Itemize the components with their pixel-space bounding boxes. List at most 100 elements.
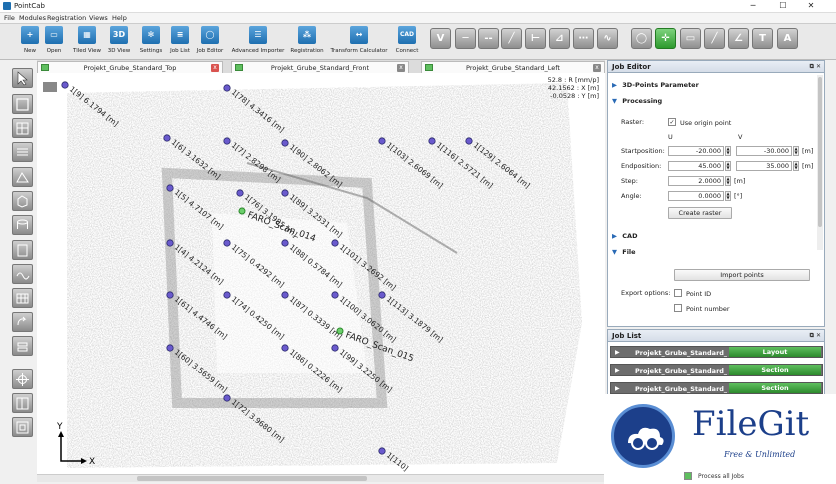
rectangle-tool[interactable]: ▭ (680, 28, 701, 49)
survey-point-marker[interactable] (166, 184, 174, 192)
view-tool-9[interactable] (12, 288, 33, 308)
step-spinner[interactable]: ▲ ▼ (725, 176, 731, 186)
play-icon[interactable]: ▶ (615, 385, 620, 392)
process-all-label[interactable]: Process all Jobs (698, 473, 744, 480)
advanced-importer-button[interactable]: ☰ Advanced Importer (230, 26, 286, 54)
close-window-button[interactable]: ✕ (800, 0, 822, 12)
start-u-input[interactable]: -20.000 (668, 146, 724, 156)
line-tool[interactable]: ─ (455, 28, 476, 49)
view-tool-2[interactable] (12, 118, 33, 138)
menu-file[interactable]: File (4, 14, 15, 22)
minimize-button[interactable]: ─ (742, 0, 764, 12)
section-processing[interactable]: ▼ Processing (612, 97, 662, 105)
point-id-checkbox[interactable] (674, 289, 682, 297)
pointer-tool[interactable] (12, 68, 33, 88)
close-tab-icon[interactable]: x (593, 64, 601, 72)
view-tool-5[interactable] (12, 191, 33, 211)
job-editor-scrollbar[interactable] (817, 75, 823, 250)
cad-connect-button[interactable]: CAD Connect (393, 26, 421, 54)
section-file[interactable]: ▼ File (612, 248, 636, 256)
scan-position-marker[interactable] (238, 207, 246, 215)
point-number-checkbox[interactable] (674, 304, 682, 312)
view-tool-11[interactable] (12, 336, 33, 356)
tab-front[interactable]: Projekt_Grube_Standard_Front x (231, 61, 409, 73)
job-row[interactable]: ▶ Projekt_Grube_Standard_To Layout (610, 346, 823, 358)
job-editor-button[interactable]: ◯ Job Editor (194, 26, 226, 54)
menu-registration[interactable]: Registration (47, 14, 86, 22)
survey-point-marker[interactable] (428, 137, 436, 145)
step-input[interactable]: 2.0000 (668, 176, 724, 186)
registration-button[interactable]: ⁂ Registration (287, 26, 327, 54)
survey-point-marker[interactable] (465, 137, 473, 145)
tab-left[interactable]: Projekt_Grube_Standard_Left x (421, 61, 605, 73)
section-3d-points[interactable]: ▶ 3D-Points Parameter (612, 81, 699, 89)
polygon-tool[interactable]: ⊿ (549, 28, 570, 49)
scroll-thumb[interactable] (818, 77, 822, 227)
survey-point-marker[interactable] (166, 344, 174, 352)
view-tool-8[interactable] (12, 264, 33, 284)
close-tab-icon[interactable]: x (211, 64, 219, 72)
start-v-spinner[interactable]: ▲ ▼ (793, 146, 799, 156)
job-row[interactable]: ▶ Projekt_Grube_Standard_Fr Section (610, 364, 823, 376)
survey-point-marker[interactable] (223, 137, 231, 145)
survey-point-marker[interactable] (163, 134, 171, 142)
angle-tool[interactable]: ∠ (728, 28, 749, 49)
section-cad[interactable]: ▶ CAD (612, 232, 637, 240)
tiled-view-button[interactable]: ▦ Tiled View (70, 26, 104, 54)
view-tool-13[interactable] (12, 393, 33, 413)
3d-view-button[interactable]: 3D 3D View (105, 26, 133, 54)
import-points-button[interactable]: Import points (674, 269, 810, 281)
menu-modules[interactable]: Modules (19, 14, 46, 22)
diagonal-line-tool[interactable]: ╱ (501, 28, 522, 49)
create-raster-button[interactable]: Create raster (668, 207, 732, 219)
menu-views[interactable]: Views (89, 14, 108, 22)
start-v-input[interactable]: -30.000 (736, 146, 792, 156)
curve-tool[interactable]: ∿ (597, 28, 618, 49)
end-v-spinner[interactable]: ▲ ▼ (793, 161, 799, 171)
survey-point-marker[interactable] (378, 291, 386, 299)
survey-point-marker[interactable] (223, 239, 231, 247)
survey-point-marker[interactable] (61, 81, 69, 89)
view-tool-10[interactable] (12, 312, 33, 332)
view-tool-3[interactable] (12, 142, 33, 162)
survey-point-marker[interactable] (378, 137, 386, 145)
slash-tool[interactable]: ╱ (704, 28, 725, 49)
job-row[interactable]: ▶ Projekt_Grube_Standard_Le Section (610, 382, 823, 394)
cross-point-tool[interactable]: ✛ (655, 28, 676, 49)
end-u-input[interactable]: 45.000 (668, 161, 724, 171)
horizontal-scrollbar[interactable] (37, 474, 605, 482)
point-line-tool[interactable]: ⋯ (573, 28, 594, 49)
survey-point-marker[interactable] (331, 344, 339, 352)
maximize-button[interactable]: ☐ (772, 0, 794, 12)
survey-point-marker[interactable] (281, 239, 289, 247)
angle-input[interactable]: 0.0000 (668, 191, 724, 201)
point-cloud-view[interactable]: 1[9] 6.1794 [m] 1[78] 4.3416 [m] 1[6] 3.16… (37, 73, 605, 474)
survey-point-marker[interactable] (281, 344, 289, 352)
open-button[interactable]: ▭ Open (42, 26, 66, 54)
transform-calculator-button[interactable]: ↔ Transform Calculator (330, 26, 388, 54)
survey-point-marker[interactable] (166, 239, 174, 247)
end-u-spinner[interactable]: ▲ ▼ (725, 161, 731, 171)
new-button[interactable]: + New (18, 26, 42, 54)
step-line-tool[interactable]: ⊢ (525, 28, 546, 49)
view-tool-12[interactable] (12, 369, 33, 389)
use-origin-checkbox[interactable]: ✓ (668, 118, 676, 126)
survey-point-marker[interactable] (331, 239, 339, 247)
play-icon[interactable]: ▶ (615, 367, 620, 374)
survey-point-marker[interactable] (223, 84, 231, 92)
point-cloud-canvas[interactable]: 1[9] 6.1794 [m] 1[78] 4.3416 [m]1[6] 3.16… (37, 73, 605, 474)
end-v-input[interactable]: 35.000 (736, 161, 792, 171)
survey-point-marker[interactable] (236, 189, 244, 197)
dock-close-icon[interactable]: ⧉ ✕ (810, 63, 821, 71)
close-tab-icon[interactable]: x (397, 64, 405, 72)
survey-point-marker[interactable] (223, 394, 231, 402)
survey-point-marker[interactable] (281, 291, 289, 299)
angle-spinner[interactable]: ▲ ▼ (725, 191, 731, 201)
survey-point-marker[interactable] (378, 447, 386, 455)
menu-help[interactable]: Help (112, 14, 127, 22)
dock-close-icon[interactable]: ⧉ ✕ (810, 332, 821, 340)
dash-line-tool[interactable]: -- (478, 28, 499, 49)
survey-point-marker[interactable] (281, 139, 289, 147)
scroll-thumb[interactable] (137, 476, 367, 481)
view-tool-6[interactable] (12, 215, 33, 235)
